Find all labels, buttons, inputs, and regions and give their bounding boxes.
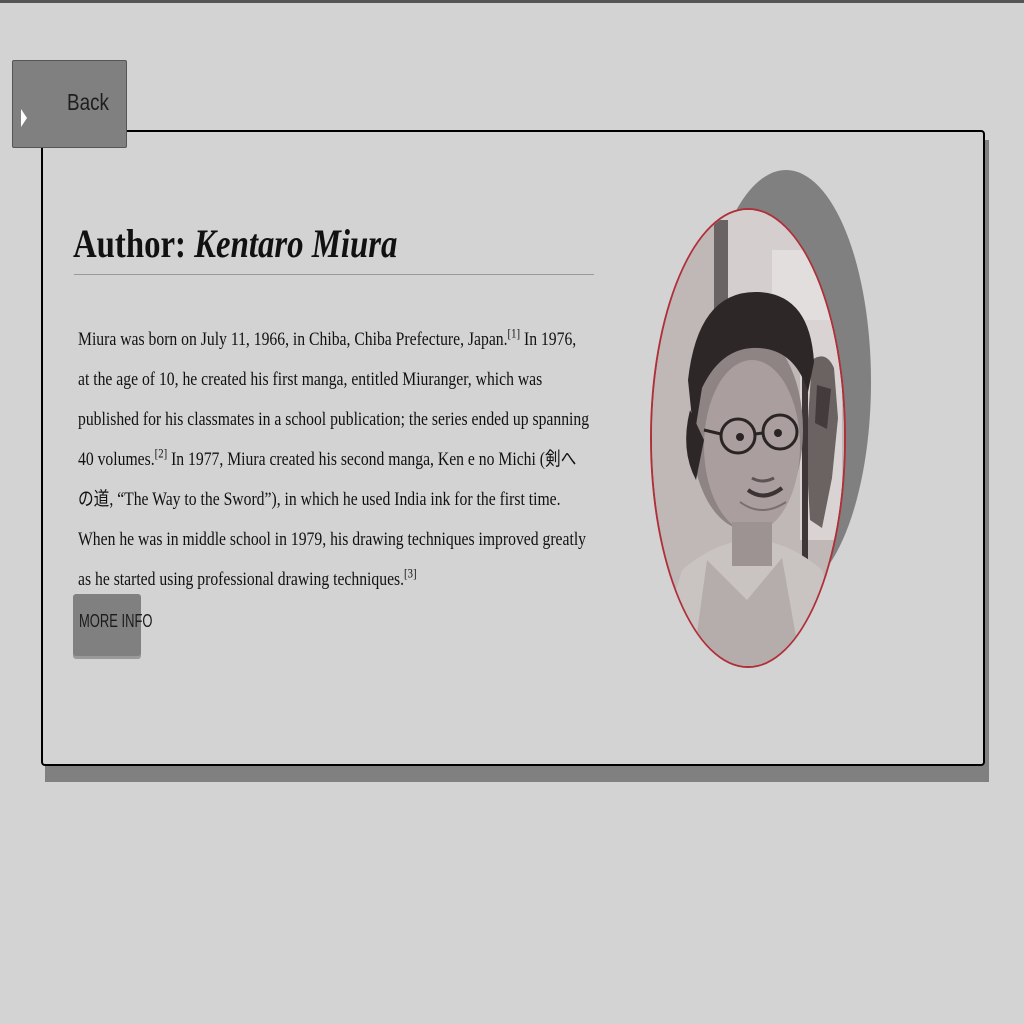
reference-3-link[interactable]: [3] (404, 566, 417, 581)
author-photo (650, 208, 846, 668)
title-prefix: Author: (73, 221, 186, 266)
author-biography: Miura was born on July 11, 1966, in Chib… (78, 320, 591, 600)
top-border (0, 0, 1024, 3)
caret-right-icon (21, 109, 27, 127)
back-button[interactable]: Back (12, 60, 127, 148)
reference-1-link[interactable]: [1] (508, 326, 521, 341)
back-button-label: Back (67, 89, 109, 115)
author-card: Author: Kentaro Miura Miura was born on … (41, 130, 985, 766)
reference-2-link[interactable]: [2] (155, 446, 168, 461)
more-info-button[interactable]: MORE INFO (73, 594, 152, 656)
author-portrait-illustration (652, 210, 844, 666)
bio-text-3: In 1977, Miura created his second manga,… (78, 449, 587, 590)
more-info-label: MORE INFO (79, 611, 153, 631)
page-title: Author: Kentaro Miura (73, 220, 397, 267)
title-divider (74, 274, 594, 275)
bio-text-1: Miura was born on July 11, 1966, in Chib… (78, 329, 508, 350)
author-name: Kentaro Miura (194, 221, 398, 266)
